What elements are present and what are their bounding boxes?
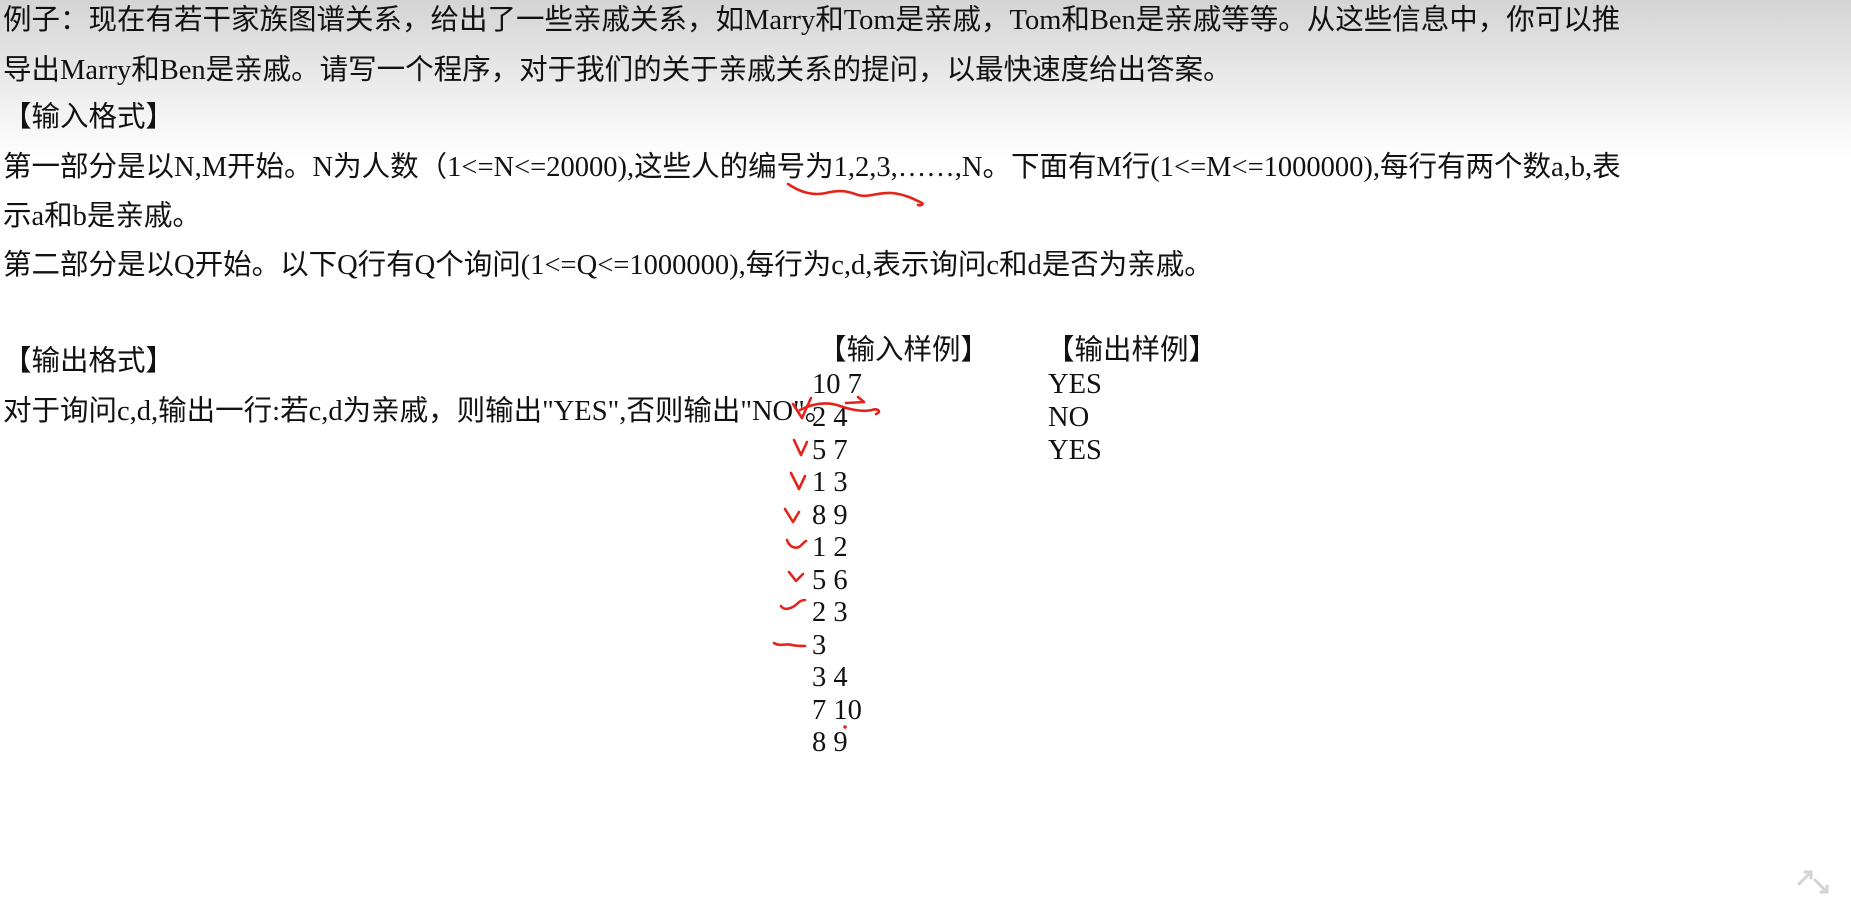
intro-line-2: 导出Marry和Ben是亲戚。请写一个程序，对于我们的关于亲戚关系的提问，以最快… [3, 55, 1232, 86]
input-sample-line: 5 6 [812, 565, 848, 596]
input-format-heading: 【输入格式】 [3, 102, 175, 133]
input-sample-heading: 【输入样例】 [818, 335, 990, 366]
output-sample-heading: 【输出样例】 [1046, 335, 1218, 366]
check-mark [789, 471, 807, 491]
input-sample-line: 8 9 [812, 727, 848, 758]
input-sample-line: 1 2 [812, 532, 848, 563]
check-mark [783, 507, 801, 524]
fullscreen-toggle-icon[interactable] [1781, 854, 1851, 898]
intro-line-1: 例子：现在有若干家族图谱关系，给出了一些亲戚关系，如Marry和Tom是亲戚，T… [3, 5, 1621, 36]
input-sample-line: 3 [812, 630, 827, 661]
output-format-text: 对于询问c,d,输出一行:若c,d为亲戚，则输出"YES",否则输出"NO"。 [3, 396, 834, 427]
input-sample-line: 3 4 [812, 662, 848, 693]
check-mark [785, 538, 808, 549]
underline-squiggle [786, 182, 924, 207]
output-sample-line: YES [1048, 369, 1102, 400]
check-mark [787, 570, 805, 583]
check-mark [772, 641, 807, 648]
input-sample-line: 8 9 [812, 500, 848, 531]
pen-annotations [772, 182, 924, 729]
input-format-part2: 第二部分是以Q开始。以下Q行有Q个询问(1<=Q<=1000000),每行为c,… [3, 250, 1213, 281]
output-sample-line: NO [1048, 402, 1090, 433]
input-sample-line: 5 7 [812, 435, 848, 466]
input-sample-line: 7 10 [812, 695, 862, 726]
input-format-part1-line2: 示a和b是亲戚。 [3, 201, 201, 232]
check-mark [792, 438, 809, 457]
input-sample-line: 2 3 [812, 597, 848, 628]
input-format-part1-line1: 第一部分是以N,M开始。N为人数（1<=N<=20000),这些人的编号为1,2… [3, 152, 1621, 183]
input-sample-line: 2 4 [812, 402, 848, 433]
input-sample-line: 10 7 [812, 369, 862, 400]
input-sample-line: 1 3 [812, 467, 848, 498]
check-mark [779, 598, 807, 611]
output-format-heading: 【输出格式】 [3, 346, 175, 377]
output-sample-line: YES [1048, 435, 1102, 466]
